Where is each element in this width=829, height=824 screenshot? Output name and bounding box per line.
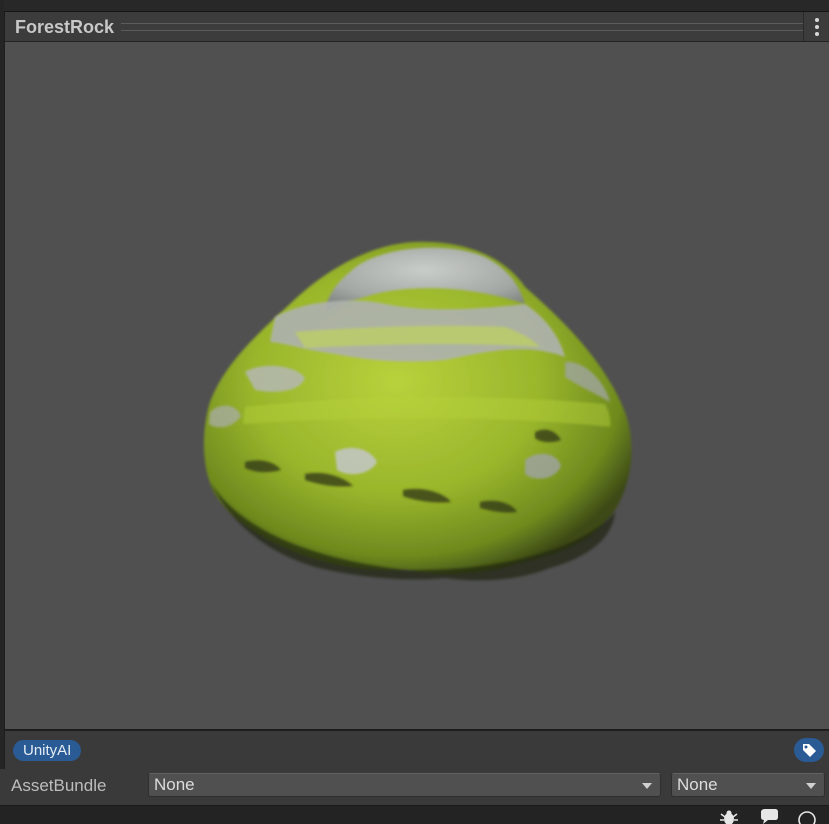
asset-bundle-name-value: None bbox=[154, 775, 195, 794]
chat-glyph bbox=[761, 809, 778, 824]
status-bar bbox=[0, 805, 829, 824]
tag-icon[interactable] bbox=[794, 738, 824, 762]
chevron-down-icon bbox=[806, 783, 816, 789]
asset-bundle-row: AssetBundle None None bbox=[0, 769, 829, 805]
left-edge bbox=[0, 0, 4, 823]
asset-bundle-variant-dropdown[interactable]: None bbox=[671, 773, 825, 797]
vertical-ellipsis-icon[interactable] bbox=[806, 14, 828, 40]
chat-bubble-icon[interactable] bbox=[758, 808, 780, 824]
bug-icon[interactable] bbox=[718, 808, 740, 824]
asset-bundle-variant-value: None bbox=[677, 775, 718, 794]
asset-labels-bar: UnityAI bbox=[5, 731, 829, 769]
menu-dot bbox=[815, 25, 819, 29]
asset-name-title: ForestRock bbox=[15, 17, 115, 37]
preview-header: ForestRock bbox=[5, 12, 829, 42]
top-strip bbox=[0, 0, 829, 12]
chevron-down-icon bbox=[642, 783, 652, 789]
header-separator bbox=[803, 12, 804, 41]
bug-glyph bbox=[720, 810, 738, 824]
circle-icon[interactable] bbox=[796, 808, 818, 824]
model-preview-viewport[interactable] bbox=[5, 42, 829, 730]
menu-dot bbox=[815, 18, 819, 22]
tag-glyph bbox=[803, 744, 816, 757]
circle-glyph bbox=[798, 811, 816, 824]
asset-bundle-name-dropdown[interactable]: None bbox=[148, 773, 661, 797]
inspector-window: ForestRock UnityAI AssetBundle None None bbox=[0, 0, 829, 824]
forest-rock-model bbox=[203, 241, 632, 581]
header-drag-handle[interactable] bbox=[121, 23, 804, 31]
asset-bundle-label: AssetBundle bbox=[11, 776, 107, 795]
menu-dot bbox=[815, 32, 819, 36]
asset-label-tag[interactable]: UnityAI bbox=[13, 740, 82, 761]
